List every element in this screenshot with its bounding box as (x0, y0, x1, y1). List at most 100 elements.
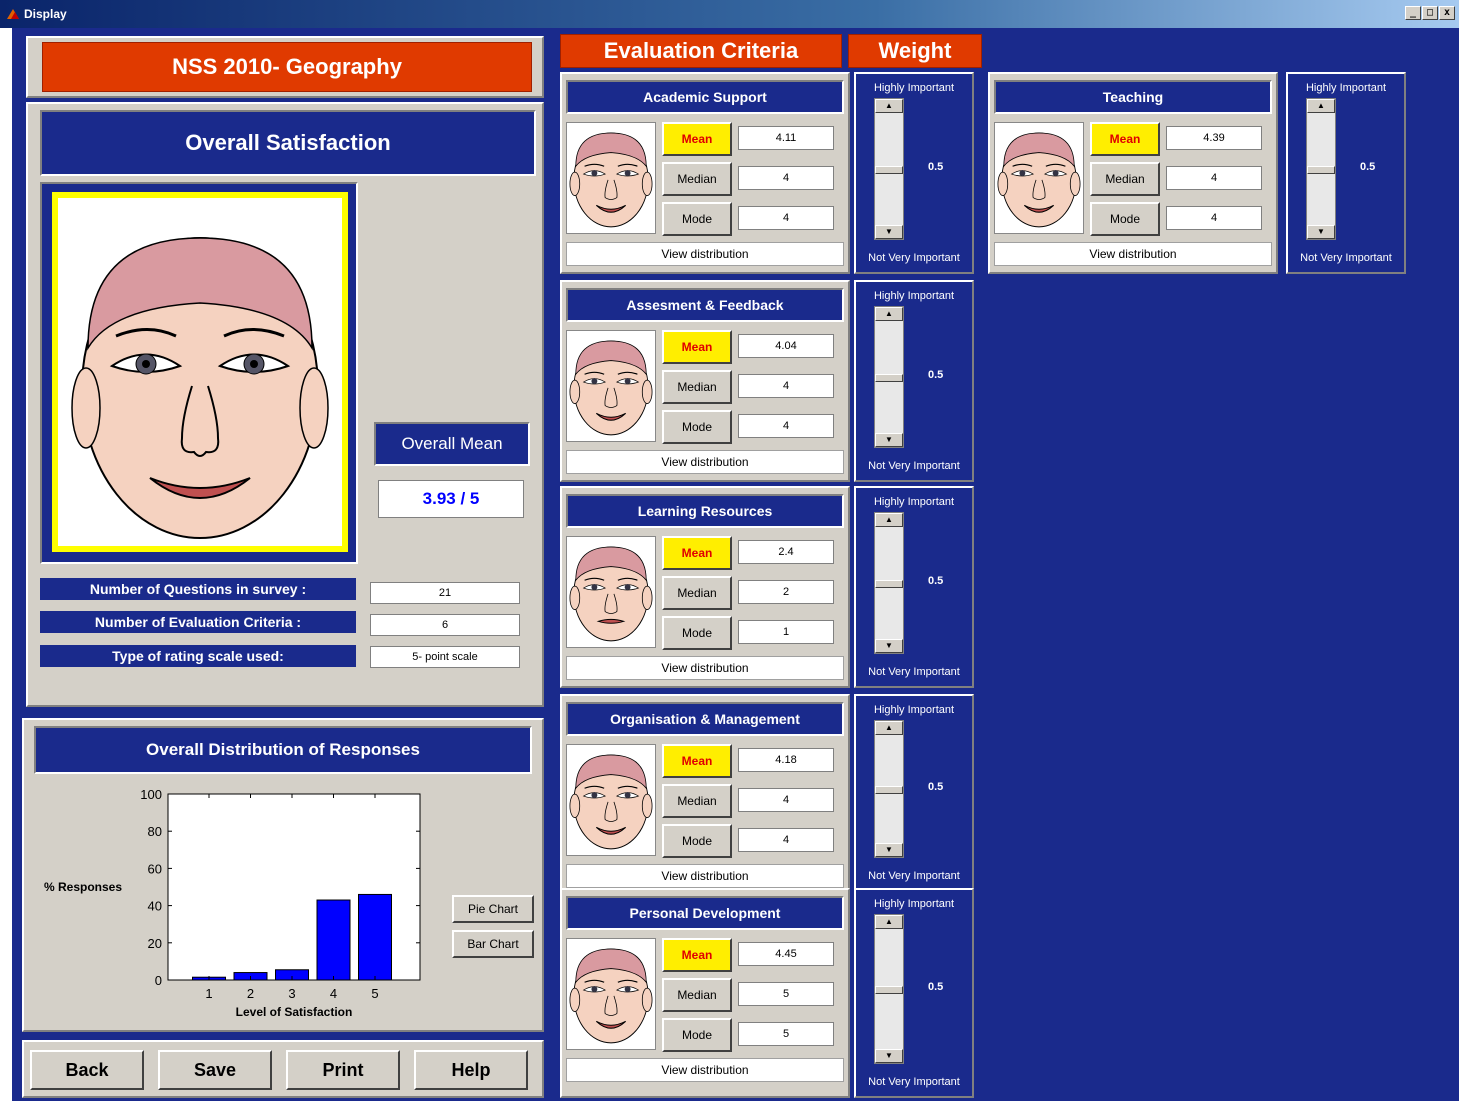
slider-up-arrow[interactable]: ▲ (875, 307, 903, 321)
not-very-important-label: Not Very Important (868, 252, 960, 264)
weight-panel: Highly Important ▲ ▼ 0.5 Not Very Import… (854, 486, 974, 688)
bar (358, 893, 392, 981)
mean-value: 4.45 (738, 942, 834, 966)
mean-button[interactable]: Mean (662, 744, 732, 778)
slider-thumb[interactable] (1307, 166, 1335, 174)
slider-up-arrow[interactable]: ▲ (875, 513, 903, 527)
mode-button[interactable]: Mode (662, 202, 732, 236)
weight-slider[interactable]: ▲ ▼ (874, 914, 904, 1064)
criterion-title: Academic Support (566, 80, 844, 114)
slider-up-arrow[interactable]: ▲ (1307, 99, 1335, 113)
questions-count-label: Number of Questions in survey : (40, 578, 356, 600)
median-value: 2 (738, 580, 834, 604)
minimize-button[interactable]: _ (1405, 6, 1421, 20)
slider-up-arrow[interactable]: ▲ (875, 915, 903, 929)
slider-up-arrow[interactable]: ▲ (875, 99, 903, 113)
bar-chart-button[interactable]: Bar Chart (452, 930, 534, 958)
slider-thumb[interactable] (875, 986, 903, 994)
rating-scale-value: 5- point scale (370, 646, 520, 668)
y-tick-label: 60 (148, 861, 162, 876)
highly-important-label: Highly Important (873, 704, 955, 716)
matlab-icon (7, 9, 19, 19)
print-button[interactable]: Print (286, 1050, 400, 1090)
mode-button[interactable]: Mode (662, 1018, 732, 1052)
criterion-title: Teaching (994, 80, 1272, 114)
median-button[interactable]: Median (662, 162, 732, 196)
mode-button[interactable]: Mode (662, 824, 732, 858)
bar (316, 899, 351, 981)
slider-down-arrow[interactable]: ▼ (875, 843, 903, 857)
maximize-button[interactable]: □ (1422, 6, 1438, 20)
mode-button[interactable]: Mode (1090, 202, 1160, 236)
mode-button[interactable]: Mode (662, 616, 732, 650)
save-button[interactable]: Save (158, 1050, 272, 1090)
weight-header: Weight (848, 34, 982, 68)
weight-slider[interactable]: ▲ ▼ (1306, 98, 1336, 240)
pie-chart-button[interactable]: Pie Chart (452, 895, 534, 923)
mean-button[interactable]: Mean (662, 122, 732, 156)
view-distribution-button[interactable]: View distribution (566, 864, 844, 888)
window-border (0, 28, 12, 1101)
criteria-count-value: 6 (370, 614, 520, 636)
view-distribution-button[interactable]: View distribution (566, 1058, 844, 1082)
not-very-important-label: Not Very Important (1300, 252, 1392, 264)
y-tick-label: 80 (148, 824, 162, 839)
weight-slider[interactable]: ▲ ▼ (874, 720, 904, 858)
y-tick-label: 40 (148, 899, 162, 914)
view-distribution-button[interactable]: View distribution (994, 242, 1272, 266)
weight-slider[interactable]: ▲ ▼ (874, 98, 904, 240)
header-panel: NSS 2010- Geography (26, 36, 544, 98)
slider-thumb[interactable] (875, 786, 903, 794)
median-button[interactable]: Median (662, 784, 732, 818)
slider-thumb[interactable] (875, 166, 903, 174)
mean-button[interactable]: Mean (662, 536, 732, 570)
criterion-face-image (566, 330, 656, 442)
mean-value: 4.04 (738, 334, 834, 358)
help-button[interactable]: Help (414, 1050, 528, 1090)
median-value: 4 (738, 374, 834, 398)
weight-value: 0.5 (928, 161, 944, 173)
highly-important-label: Highly Important (873, 898, 955, 910)
slider-down-arrow[interactable]: ▼ (875, 639, 903, 653)
slider-down-arrow[interactable]: ▼ (875, 433, 903, 447)
y-tick-label: 100 (140, 787, 162, 802)
view-distribution-button[interactable]: View distribution (566, 656, 844, 680)
median-button[interactable]: Median (662, 576, 732, 610)
y-tick-label: 0 (155, 973, 162, 988)
not-very-important-label: Not Very Important (868, 460, 960, 472)
mean-button[interactable]: Mean (1090, 122, 1160, 156)
median-button[interactable]: Median (1090, 162, 1160, 196)
highly-important-label: Highly Important (873, 290, 955, 302)
x-tick-label: 3 (288, 986, 295, 1001)
slider-up-arrow[interactable]: ▲ (875, 721, 903, 735)
slider-thumb[interactable] (875, 580, 903, 588)
mode-value: 1 (738, 620, 834, 644)
median-button[interactable]: Median (662, 370, 732, 404)
median-button[interactable]: Median (662, 978, 732, 1012)
slider-down-arrow[interactable]: ▼ (1307, 225, 1335, 239)
overall-face-frame (40, 182, 358, 564)
slider-down-arrow[interactable]: ▼ (875, 1049, 903, 1063)
view-distribution-button[interactable]: View distribution (566, 450, 844, 474)
mean-button[interactable]: Mean (662, 330, 732, 364)
weight-slider[interactable]: ▲ ▼ (874, 306, 904, 448)
criterion-title: Learning Resources (566, 494, 844, 528)
not-very-important-label: Not Very Important (868, 666, 960, 678)
slider-down-arrow[interactable]: ▼ (875, 225, 903, 239)
rating-scale-label: Type of rating scale used: (40, 645, 356, 667)
slider-thumb[interactable] (875, 374, 903, 382)
criterion-title: Personal Development (566, 896, 844, 930)
distribution-bar-chart: 0 20 40 60 80 100 1 2 3 4 5 Level of Satisfaction % … (44, 787, 421, 1019)
x-axis-label: Level of Satisfaction (236, 1005, 353, 1019)
y-axis-label: % Responses (44, 880, 122, 894)
highly-important-label: Highly Important (873, 496, 955, 508)
mode-button[interactable]: Mode (662, 410, 732, 444)
view-distribution-button[interactable]: View distribution (566, 242, 844, 266)
weight-slider[interactable]: ▲ ▼ (874, 512, 904, 654)
mean-button[interactable]: Mean (662, 938, 732, 972)
criterion-panel: Learning Resources Mean 2.4 Median 2 Mod… (560, 486, 850, 688)
window-titlebar: Display _ □ x (0, 0, 1459, 28)
mean-value: 4.39 (1166, 126, 1262, 150)
close-button[interactable]: x (1439, 6, 1455, 20)
back-button[interactable]: Back (30, 1050, 144, 1090)
